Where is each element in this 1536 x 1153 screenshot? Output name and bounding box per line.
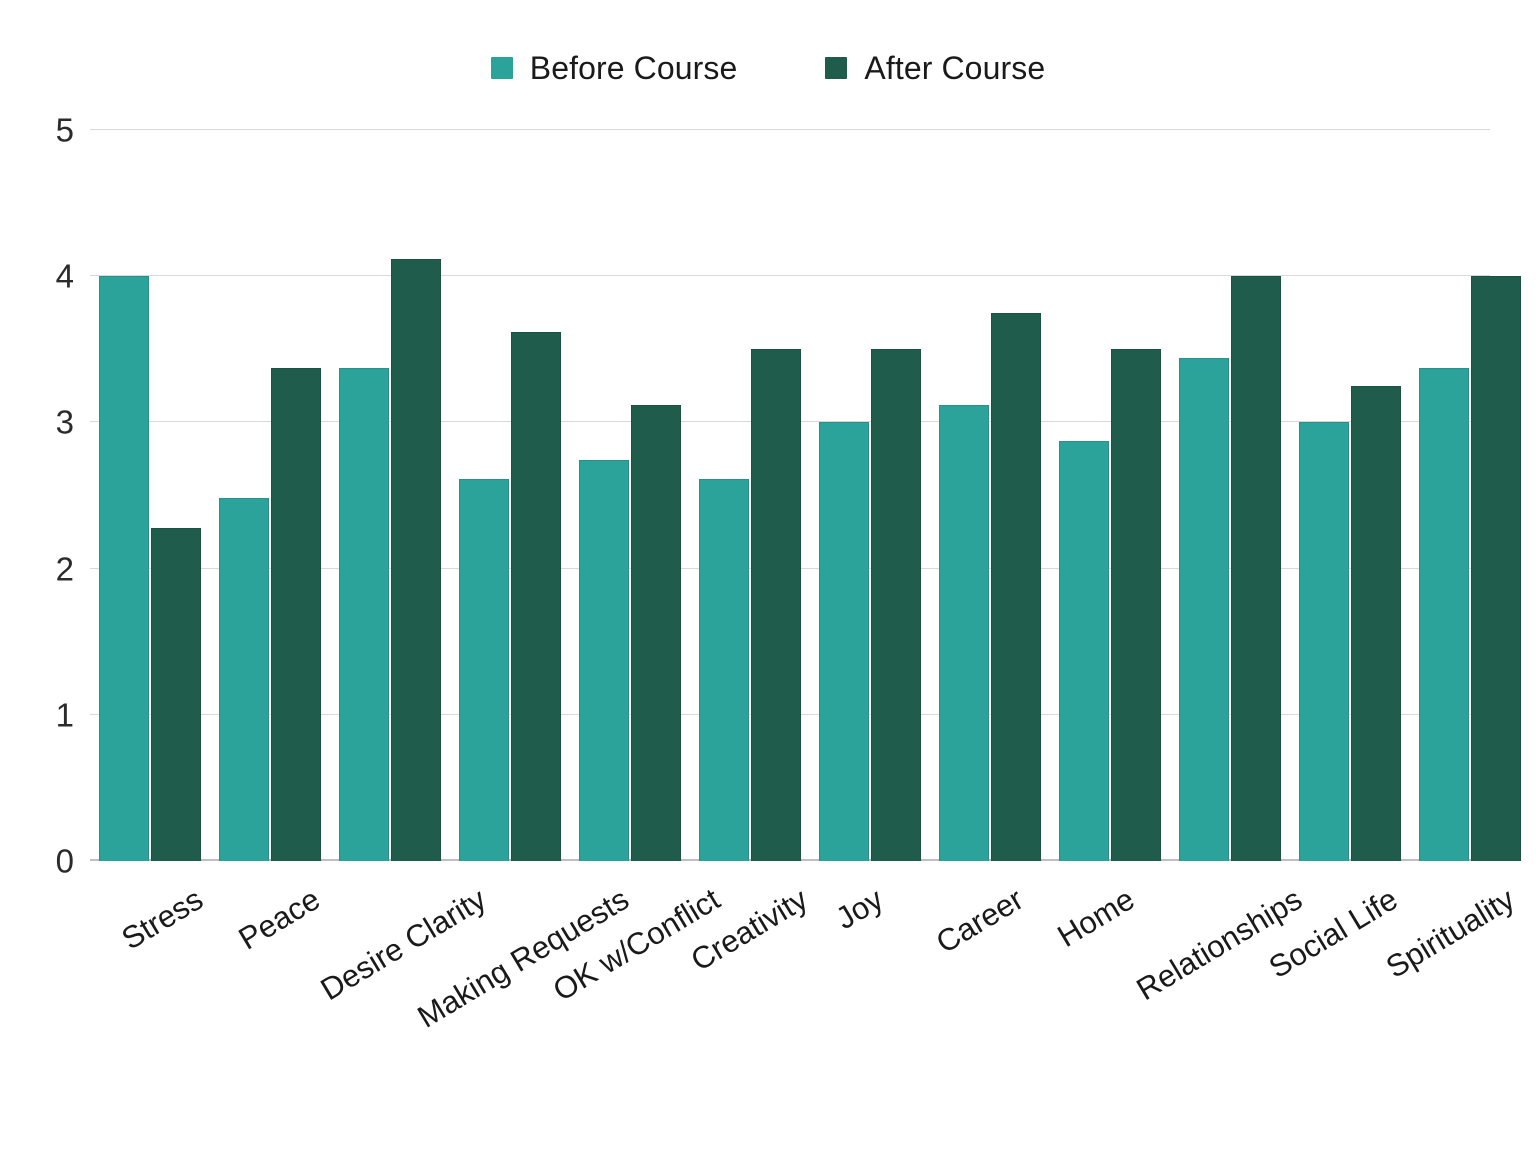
bar-before[interactable] xyxy=(99,276,149,861)
x-tick-label: Spirituality xyxy=(1379,881,1521,985)
x-tick-label: Career xyxy=(930,881,1030,961)
x-label-cell: Spirituality xyxy=(1373,861,1521,1111)
bar-after[interactable] xyxy=(271,368,321,861)
x-label-cell: Making Requests xyxy=(412,861,635,1111)
bar-after[interactable] xyxy=(751,349,801,861)
bar-group xyxy=(810,130,930,861)
chart-root: Before Course After Course 012345 Stress… xyxy=(0,0,1536,1153)
bar-group xyxy=(690,130,810,861)
x-label-cell: Joy xyxy=(790,861,907,1111)
bar-before[interactable] xyxy=(579,460,629,861)
bar-after[interactable] xyxy=(631,404,681,861)
bar-after[interactable] xyxy=(151,527,201,861)
bar-after[interactable] xyxy=(991,312,1041,861)
y-tick-label: 4 xyxy=(55,257,74,295)
plot-wrapper: 0 1 2 3 4 5 Stress Peace Desire Clarity Making R… xyxy=(0,0,1536,1153)
x-label-cell: OK w/Conflict xyxy=(547,861,726,1111)
bar-before[interactable] xyxy=(939,404,989,861)
x-tick-label: Home xyxy=(1051,881,1141,954)
x-tick-label: Stress xyxy=(115,881,210,957)
bar-group xyxy=(1050,130,1170,861)
x-label-cell: Stress xyxy=(90,861,210,1111)
bar-before[interactable] xyxy=(1179,358,1229,861)
y-tick-label: 3 xyxy=(55,403,74,441)
x-axis-labels: Stress Peace Desire Clarity Making Requests… xyxy=(90,861,1521,1111)
bar-after[interactable] xyxy=(391,258,441,861)
bar-groups xyxy=(90,130,1521,861)
bar-group xyxy=(1290,130,1410,861)
bar-after[interactable] xyxy=(1111,349,1161,861)
x-label-cell: Home xyxy=(1023,861,1140,1111)
bar-group xyxy=(450,130,570,861)
bar-before[interactable] xyxy=(1419,368,1469,861)
y-tick-label: 0 xyxy=(55,842,74,880)
x-label-cell: Creativity xyxy=(673,861,814,1111)
bar-before[interactable] xyxy=(219,498,269,861)
y-tick-label: 5 xyxy=(55,111,74,149)
x-label-cell: Relationships xyxy=(1131,861,1309,1111)
bar-after[interactable] xyxy=(871,349,921,861)
plot-area xyxy=(90,129,1521,861)
x-label-cell: Peace xyxy=(207,861,326,1111)
bar-group xyxy=(90,130,210,861)
bar-after[interactable] xyxy=(1471,276,1521,861)
bar-group xyxy=(330,130,450,861)
bar-before[interactable] xyxy=(459,479,509,861)
bar-before[interactable] xyxy=(699,479,749,861)
bar-group xyxy=(1410,130,1530,861)
bar-before[interactable] xyxy=(819,422,869,861)
bar-after[interactable] xyxy=(511,331,561,861)
x-tick-label: Peace xyxy=(232,881,326,957)
x-label-cell: Social Life xyxy=(1257,861,1404,1111)
bar-group xyxy=(1170,130,1290,861)
y-tick-label: 2 xyxy=(55,550,74,588)
x-tick-label: Joy xyxy=(830,881,890,937)
bar-before[interactable] xyxy=(339,368,389,861)
bar-group xyxy=(210,130,330,861)
y-tick-label: 1 xyxy=(55,696,74,734)
bar-after[interactable] xyxy=(1351,385,1401,861)
bar-before[interactable] xyxy=(1299,422,1349,861)
x-label-cell: Desire Clarity xyxy=(314,861,491,1111)
bar-after[interactable] xyxy=(1231,276,1281,861)
bar-group xyxy=(930,130,1050,861)
bar-before[interactable] xyxy=(1059,441,1109,861)
x-label-cell: Career xyxy=(907,861,1029,1111)
bar-group xyxy=(570,130,690,861)
